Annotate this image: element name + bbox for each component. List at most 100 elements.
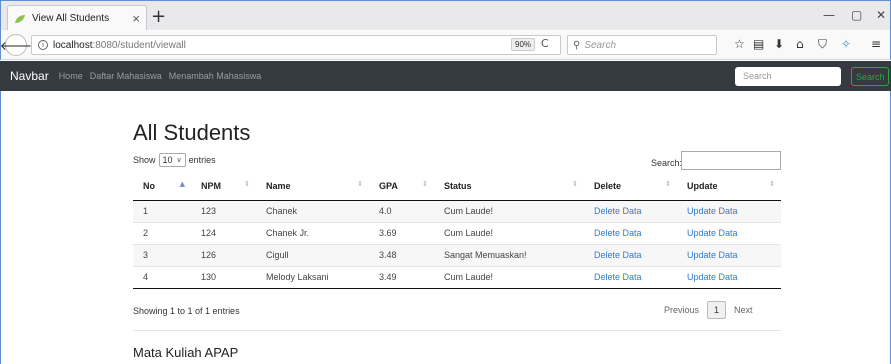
download-icon[interactable]: ⬇ [774,37,784,51]
back-arrow-icon[interactable]: 🡐 [0,34,32,56]
cell-delete: Delete Data [584,243,677,266]
table-row: 2 124 Chanek Jr. 3.69 Cum Laude! Delete … [133,221,781,244]
star-icon[interactable]: ☆ [734,37,745,51]
cell-delete: Delete Data [584,265,677,289]
url-host: localhost [53,39,93,51]
browser-search-placeholder: Search [584,39,617,51]
column-header-status[interactable]: Status ⇕ [434,173,584,201]
cell-npm: 124 [191,221,256,244]
students-table: No ▲ NPM ⇕ Name ⇕ GPA ⇕ Status ⇕ Delete ⇕ Upda… [133,173,781,289]
zoom-indicator[interactable]: 90% [511,38,536,51]
delete-data-link[interactable]: Delete Data [594,206,642,216]
sort-icon: ⇕ [769,180,775,188]
update-data-link[interactable]: Update Data [687,250,738,260]
column-header-gpa[interactable]: GPA ⇕ [369,173,434,201]
sort-icon: ⇕ [357,180,363,188]
pagination: Previous 1 Next [664,301,753,319]
column-header-npm[interactable]: NPM ⇕ [191,173,256,201]
cell-no: 1 [133,199,191,222]
cell-no: 2 [133,221,191,244]
column-header-no[interactable]: No ▲ [133,173,191,201]
minimize-icon[interactable]: — [823,8,835,22]
table-row: 3 126 Cigull 3.48 Sangat Memuaskan! Dele… [133,243,781,266]
cell-delete: Delete Data [584,199,677,222]
browser-toolbar: 🡐 i localhost:8080/student/viewall 90% C… [0,30,891,60]
cell-name: Chanek Jr. [256,221,369,244]
extension-icon[interactable]: ✧ [841,37,851,51]
nav-link-daftar-mahasiswa[interactable]: Daftar Mahasiswa [90,71,162,81]
cell-update: Update Data [677,199,781,222]
nav-link-home[interactable]: Home [59,71,83,81]
info-icon[interactable]: i [38,40,48,50]
tab-title: View All Students [32,13,110,24]
navbar-search-button[interactable]: Search [851,67,889,86]
cell-gpa: 3.49 [369,265,434,289]
navbar-search-input[interactable]: Search [735,67,841,86]
show-entries-control: Show 10 ∨ entries [133,153,216,167]
delete-data-link[interactable]: Delete Data [594,272,642,282]
navbar-brand[interactable]: Navbar [10,69,49,83]
cell-status: Cum Laude! [434,265,584,289]
app-navbar: Navbar Home Daftar Mahasiswa Menambah Ma… [0,61,891,91]
delete-data-link[interactable]: Delete Data [594,228,642,238]
sort-asc-icon: ▲ [179,180,185,188]
cell-status: Cum Laude! [434,221,584,244]
search-icon: ⚲ [573,39,581,51]
cell-name: Melody Laksani [256,265,369,289]
cell-npm: 123 [191,199,256,222]
table-info: Showing 1 to 1 of 1 entries [133,306,240,316]
cell-npm: 126 [191,243,256,266]
update-data-link[interactable]: Update Data [687,272,738,282]
column-header-update[interactable]: Update ⇕ [677,173,781,201]
sort-icon: ⇕ [422,180,428,188]
pocket-icon[interactable]: ⛉ [818,37,827,52]
page-title: All Students [133,120,251,145]
url-path: :8080/student/viewall [92,39,186,51]
browser-search-input[interactable]: ⚲ Search [567,35,717,55]
cell-npm: 130 [191,265,256,289]
cell-gpa: 3.48 [369,243,434,266]
reader-icon[interactable]: ▤ [753,37,764,51]
table-search-input[interactable] [681,151,781,170]
show-label: Show [133,155,156,165]
cell-gpa: 3.69 [369,221,434,244]
home-icon[interactable]: ⌂ [796,37,804,51]
entries-label: entries [188,155,216,165]
cell-update: Update Data [677,243,781,266]
close-window-icon[interactable]: ✕ [876,8,886,22]
url-bar[interactable]: i localhost:8080/student/viewall [31,35,561,55]
column-header-name[interactable]: Name ⇕ [256,173,369,201]
column-header-delete[interactable]: Delete ⇕ [584,173,677,201]
cell-delete: Delete Data [584,221,677,244]
nav-link-menambah-mahasiswa[interactable]: Menambah Mahasiswa [169,71,262,81]
next-page-button[interactable]: Next [734,305,753,315]
menu-icon[interactable]: ≡ [871,37,881,51]
previous-page-button[interactable]: Previous [664,305,699,315]
entries-select[interactable]: 10 ∨ [158,153,186,167]
sort-icon: ⇕ [244,180,250,188]
maximize-icon[interactable]: ▢ [851,8,862,22]
browser-tab[interactable]: View All Students × [7,5,147,31]
cell-no: 4 [133,265,191,289]
delete-data-link[interactable]: Delete Data [594,250,642,260]
table-row: 4 130 Melody Laksani 3.49 Cum Laude! Del… [133,265,781,289]
update-data-link[interactable]: Update Data [687,206,738,216]
page-1-button[interactable]: 1 [707,301,727,319]
sort-icon: ⇕ [665,180,671,188]
table-search-label: Search: [651,158,683,168]
new-tab-icon[interactable]: + [151,6,166,27]
cell-name: Cigull [256,243,369,266]
entries-select-value: 10 [162,155,173,165]
cell-name: Chanek [256,199,369,222]
update-data-link[interactable]: Update Data [687,228,738,238]
table-header-row: No ▲ NPM ⇕ Name ⇕ GPA ⇕ Status ⇕ Delete ⇕ Upda… [133,173,781,201]
cell-status: Cum Laude! [434,199,584,222]
close-tab-icon[interactable]: × [132,11,140,26]
divider [133,330,781,331]
table-row: 1 123 Chanek 4.0 Cum Laude! Delete Data … [133,199,781,222]
cell-update: Update Data [677,265,781,289]
window-border-left [0,91,1,364]
cell-status: Sangat Memuaskan! [434,243,584,266]
browser-tab-bar: View All Students × + — ▢ ✕ [0,0,891,31]
reload-icon[interactable]: C [541,37,549,50]
